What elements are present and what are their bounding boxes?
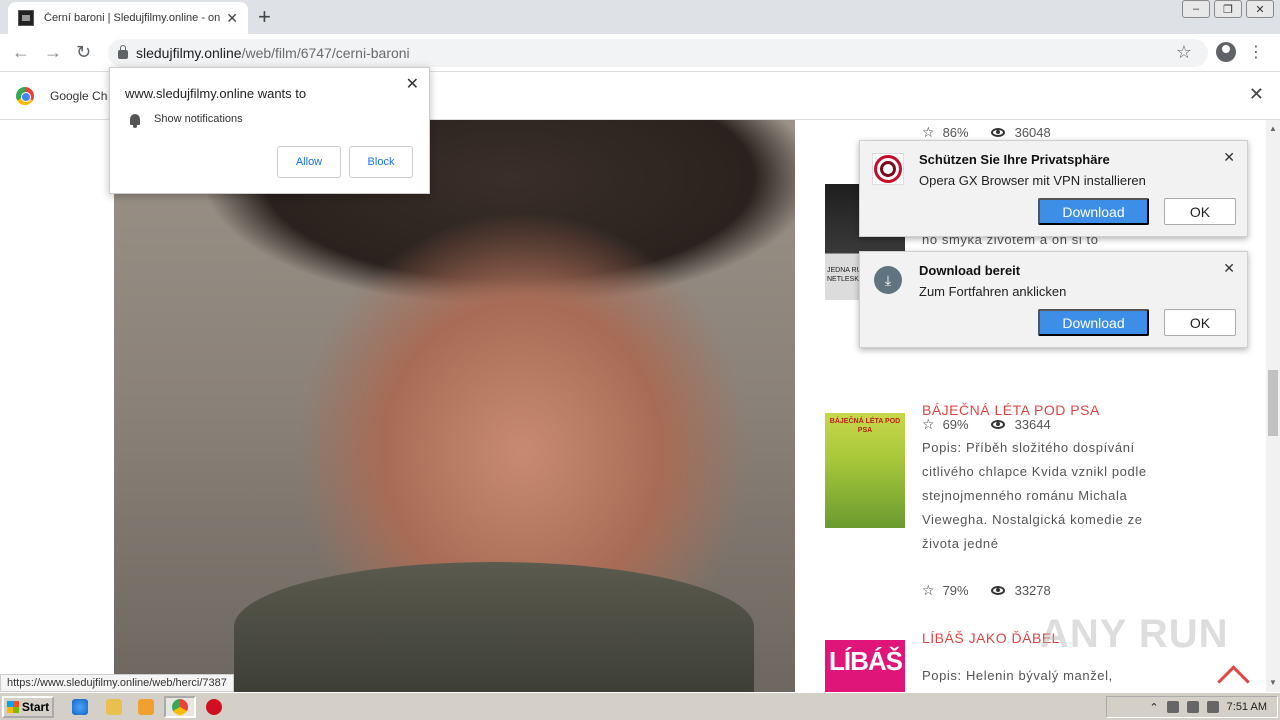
film-poster[interactable]: LÍBÁŠ	[825, 640, 905, 692]
new-tab-button[interactable]: +	[258, 4, 271, 30]
notification-permission-popup: www.sledujfilmy.online wants to ✕ Show n…	[109, 67, 430, 194]
toast-download-button[interactable]: Download	[1038, 198, 1149, 225]
film-rating: 86%	[942, 125, 969, 140]
page-scrollbar[interactable]: ▲ ▼	[1266, 120, 1280, 692]
toast-close-icon[interactable]: ✕	[1223, 260, 1235, 277]
toast-title: Download bereit	[919, 263, 1021, 278]
views-eye-icon	[990, 128, 1005, 137]
bell-icon	[130, 114, 140, 128]
profile-avatar-icon[interactable]	[1216, 42, 1236, 62]
poster-caption: LÍBÁŠ	[829, 646, 903, 676]
status-link-preview: https://www.sledujfilmy.online/web/herci…	[0, 674, 234, 692]
toast-body: Opera GX Browser mit VPN installieren	[919, 173, 1146, 188]
film-rating: 79%	[942, 583, 969, 598]
action-center-flag-icon[interactable]	[1206, 701, 1219, 713]
film-hero-image	[114, 120, 795, 692]
anyrun-watermark: ANY RUN	[1040, 612, 1229, 656]
toast-download-button[interactable]: Download	[1038, 309, 1149, 336]
opera-logo-icon	[872, 153, 904, 185]
film-stats: ☆ 86% 36048	[922, 124, 1051, 141]
film-stats: ☆ 79% 33278	[922, 582, 1051, 599]
block-button[interactable]: Block	[349, 146, 413, 178]
system-tray: ⌃ 7:51 AM	[1106, 696, 1278, 718]
film-stats: ☆ 69% 33644	[922, 416, 1051, 433]
url-path: /web/film/6747/cerni-baroni	[241, 45, 410, 61]
site-favicon-icon	[18, 10, 34, 26]
scroll-to-top-icon[interactable]	[1216, 660, 1248, 692]
infobar-close-icon[interactable]: ✕	[1249, 84, 1264, 105]
address-bar[interactable]: sledujfilmy.online /web/film/6747/cerni-…	[108, 39, 1208, 67]
film-description: Popis: Helenin bývalý manžel,	[922, 668, 1113, 683]
tab-close-icon[interactable]: ✕	[226, 10, 238, 27]
back-button[interactable]: ←	[12, 42, 30, 63]
film-rating: 69%	[942, 417, 969, 432]
views-eye-icon	[990, 420, 1005, 429]
bookmark-star-icon[interactable]: ☆	[1176, 42, 1192, 63]
film-views: 36048	[1014, 125, 1051, 140]
file-explorer-icon[interactable]	[106, 699, 122, 715]
media-player-icon[interactable]	[138, 699, 154, 715]
network-icon[interactable]	[1186, 701, 1199, 713]
rating-star-icon: ☆	[922, 582, 935, 598]
scroll-thumb[interactable]	[1268, 370, 1278, 436]
toast-close-icon[interactable]: ✕	[1223, 149, 1235, 166]
permission-title: www.sledujfilmy.online wants to	[125, 86, 307, 101]
chrome-taskbar-icon	[172, 699, 188, 715]
film-title-link[interactable]: BÁJEČNÁ LÉTA POD PSA	[922, 402, 1100, 418]
clock: 7:51 AM	[1226, 701, 1267, 713]
browser-titlebar: Černí baroni | Sledujfilmy.online - on ✕…	[0, 0, 1280, 34]
download-arrow-icon: ⤓	[874, 266, 902, 294]
internet-explorer-icon[interactable]	[72, 699, 88, 715]
chrome-logo-icon	[16, 86, 34, 105]
rating-star-icon: ☆	[922, 124, 935, 140]
toast-body: Zum Fortfahren anklicken	[919, 284, 1067, 299]
minimize-button[interactable]: –	[1182, 0, 1210, 18]
browser-menu-icon[interactable]: ⋮	[1248, 42, 1264, 62]
volume-icon[interactable]	[1166, 701, 1179, 713]
tab-title: Černí baroni | Sledujfilmy.online - on	[44, 12, 220, 24]
scroll-down-arrow-icon[interactable]: ▼	[1269, 678, 1277, 687]
forward-button[interactable]: →	[44, 42, 62, 63]
scroll-up-arrow-icon[interactable]: ▲	[1269, 124, 1277, 133]
toast-title: Schützen Sie Ihre Privatsphäre	[919, 152, 1110, 167]
window-controls: – ❐ ✕	[1182, 0, 1274, 18]
maximize-button[interactable]: ❐	[1214, 0, 1242, 18]
start-button[interactable]: Start	[2, 696, 54, 718]
opera-taskbar-icon[interactable]	[206, 699, 222, 715]
taskbar-chrome-button[interactable]	[164, 696, 196, 718]
toast-ok-button[interactable]: OK	[1164, 198, 1236, 225]
views-eye-icon	[990, 586, 1005, 595]
film-description: Popis: Příběh složitého dospívání citliv…	[922, 440, 1147, 551]
windows-logo-icon	[6, 701, 19, 713]
ad-notification-download[interactable]: ⤓ Download bereit Zum Fortfahren anklick…	[859, 251, 1248, 348]
reload-button[interactable]: ↻	[76, 42, 91, 63]
browser-tab[interactable]: Černí baroni | Sledujfilmy.online - on ✕	[8, 2, 248, 34]
film-poster[interactable]: BÁJEČNÁ LÉTA POD PSA	[825, 413, 905, 528]
start-label: Start	[21, 700, 50, 714]
url-host: sledujfilmy.online	[136, 45, 242, 61]
poster-caption: BÁJEČNÁ LÉTA POD PSA	[829, 418, 901, 434]
windows-taskbar: Start ⌃ 7:51 AM	[0, 692, 1280, 720]
tray-expand-icon[interactable]: ⌃	[1149, 701, 1158, 714]
permission-close-icon[interactable]: ✕	[406, 74, 419, 94]
hero-shirt-shape	[234, 562, 754, 692]
infobar-text: Google Ch	[50, 88, 108, 103]
rating-star-icon: ☆	[922, 416, 935, 432]
close-window-button[interactable]: ✕	[1246, 0, 1274, 18]
film-views: 33278	[1014, 583, 1051, 598]
film-views: 33644	[1014, 417, 1051, 432]
lock-icon[interactable]	[118, 45, 128, 59]
toast-ok-button[interactable]: OK	[1164, 309, 1236, 336]
allow-button[interactable]: Allow	[277, 146, 341, 178]
permission-item: Show notifications	[154, 113, 243, 125]
ad-notification-opera[interactable]: Schützen Sie Ihre Privatsphäre Opera GX …	[859, 140, 1248, 237]
